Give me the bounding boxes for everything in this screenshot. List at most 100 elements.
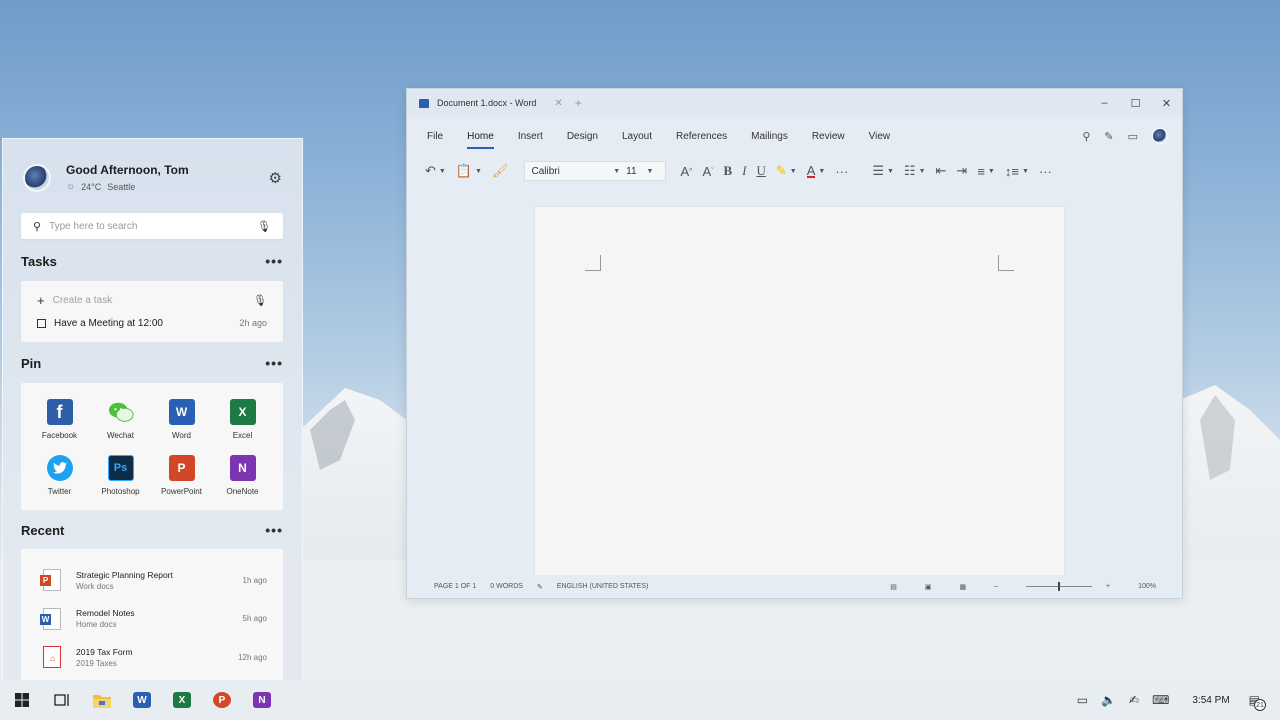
minimize-button[interactable]: –: [1089, 97, 1120, 110]
zoom-out-button[interactable]: –: [994, 583, 998, 590]
zoom-slider[interactable]: [1026, 582, 1092, 591]
zoom-in-button[interactable]: +: [1106, 583, 1110, 590]
pin-label: OneNote: [226, 487, 259, 496]
notification-icon[interactable]: ▤ 21: [1249, 693, 1266, 711]
pin-word[interactable]: W Word: [151, 399, 212, 449]
pin-photoshop[interactable]: Ps Photoshop: [90, 455, 151, 505]
user-avatar[interactable]: [23, 163, 51, 192]
grow-font-icon[interactable]: A ^: [680, 164, 692, 179]
pin-excel[interactable]: X Excel: [212, 399, 273, 449]
underline-icon[interactable]: U: [756, 163, 765, 179]
document-page[interactable]: [535, 207, 1064, 577]
undo-button[interactable]: ↶ ▼: [425, 163, 446, 179]
start-button[interactable]: [2, 680, 42, 720]
recent-more-icon[interactable]: •••: [265, 522, 283, 538]
volume-icon[interactable]: 🔈: [1101, 693, 1116, 707]
chevron-down-icon: ▼: [475, 167, 482, 175]
print-layout-icon[interactable]: ▣: [925, 583, 932, 591]
taskbar-onenote[interactable]: N: [242, 680, 282, 720]
new-tab-icon[interactable]: +: [575, 96, 582, 110]
web-layout-icon[interactable]: ▦: [959, 583, 966, 591]
close-tab-icon[interactable]: ✕: [554, 98, 562, 109]
increase-indent-icon[interactable]: ⇥: [956, 163, 967, 179]
tasks-title: Tasks: [21, 253, 57, 269]
search-icon[interactable]: ⚲: [1082, 130, 1090, 143]
comment-icon[interactable]: ▭: [1128, 130, 1138, 143]
pin-twitter[interactable]: Twitter: [29, 455, 90, 505]
task-item[interactable]: Have a Meeting at 12:00 2h ago: [21, 312, 283, 334]
tab-view[interactable]: View: [869, 127, 891, 146]
pen-icon[interactable]: ✍: [1129, 693, 1139, 707]
chevron-down-icon: ▼: [438, 167, 446, 175]
pin-label: Excel: [232, 431, 253, 440]
create-task-row[interactable]: + Create a task 🎙: [21, 288, 283, 312]
tab-mailings[interactable]: Mailings: [751, 127, 788, 146]
sun-icon: ☼: [66, 181, 76, 192]
recent-item[interactable]: ⌂ 2019 Tax Form 2019 Taxes 12h ago: [21, 638, 283, 677]
tab-layout[interactable]: Layout: [622, 127, 652, 146]
document-tab[interactable]: Document 1.docx - Word ✕ +: [419, 96, 582, 110]
bold-icon[interactable]: B: [723, 163, 732, 179]
pin-wechat[interactable]: Wechat: [90, 399, 151, 449]
city: Seattle: [107, 181, 136, 192]
network-icon[interactable]: ▭: [1077, 693, 1088, 707]
page-count[interactable]: PAGE 1 OF 1: [434, 583, 476, 590]
pin-powerpoint[interactable]: P PowerPoint: [151, 455, 212, 505]
windows-icon: [15, 693, 29, 707]
pin-title: Pin: [21, 355, 42, 371]
task-checkbox[interactable]: [37, 318, 46, 328]
font-size[interactable]: 11: [626, 166, 636, 177]
paste-button[interactable]: 📋 ▼: [456, 163, 482, 179]
create-task-input[interactable]: Create a task: [53, 295, 253, 306]
keyboard-icon[interactable]: ⌨: [1152, 693, 1169, 707]
chevron-down-icon: ▼: [613, 167, 621, 175]
taskbar-word[interactable]: W: [122, 680, 162, 720]
proofing-icon[interactable]: ✎: [537, 583, 543, 591]
tab-design[interactable]: Design: [567, 127, 598, 146]
user-avatar[interactable]: [1152, 128, 1168, 144]
line-spacing-icon[interactable]: ↕≡ ▼: [1005, 164, 1029, 179]
close-button[interactable]: ✕: [1151, 97, 1182, 110]
bullets-icon[interactable]: ☰ ▼: [872, 163, 894, 179]
maximize-button[interactable]: ☐: [1120, 97, 1151, 110]
tab-review[interactable]: Review: [812, 127, 845, 146]
microphone-icon[interactable]: 🎙: [253, 294, 267, 307]
more-format-icon[interactable]: ···: [835, 164, 848, 179]
recent-item[interactable]: W Remodel Notes Home docs 5h ago: [21, 600, 283, 639]
search-input[interactable]: [49, 220, 258, 232]
edit-icon[interactable]: ✎: [1104, 130, 1113, 143]
clock[interactable]: 3:54 PM: [1192, 695, 1229, 706]
notification-count: 21: [1254, 699, 1266, 711]
shrink-font-icon[interactable]: Aˇ: [702, 164, 713, 179]
more-options-icon[interactable]: ···: [1039, 164, 1052, 179]
font-selector[interactable]: Calibri ▼ 11 ▼: [524, 161, 667, 181]
align-icon[interactable]: ≡ ▼: [977, 164, 995, 179]
recent-item[interactable]: P Strategic Planning Report Work docs 1h…: [21, 561, 283, 600]
tab-insert[interactable]: Insert: [518, 127, 543, 146]
tab-file[interactable]: File: [427, 127, 443, 146]
read-mode-icon[interactable]: ▤: [890, 583, 897, 591]
tab-home[interactable]: Home: [467, 127, 494, 149]
pin-facebook[interactable]: f Facebook: [29, 399, 90, 449]
taskbar-file-explorer[interactable]: [82, 680, 122, 720]
zoom-level[interactable]: 100%: [1138, 583, 1156, 590]
font-color-icon[interactable]: A ▼: [806, 164, 825, 178]
settings-gear-icon[interactable]: ⚙: [269, 169, 282, 187]
zoom-thumb[interactable]: [1058, 582, 1060, 591]
numbering-icon[interactable]: ☷ ▼: [904, 163, 926, 179]
word-count[interactable]: 0 WORDS: [490, 583, 523, 590]
pin-onenote[interactable]: N OneNote: [212, 455, 273, 505]
microphone-icon[interactable]: 🎙: [257, 220, 271, 233]
taskbar-powerpoint[interactable]: P: [202, 680, 242, 720]
tasks-more-icon[interactable]: •••: [265, 253, 283, 269]
taskbar-excel[interactable]: X: [162, 680, 202, 720]
pin-more-icon[interactable]: •••: [265, 355, 283, 371]
tab-references[interactable]: References: [676, 127, 727, 146]
highlight-icon[interactable]: ✎ ▼: [776, 163, 797, 179]
task-view-button[interactable]: [42, 680, 82, 720]
format-painter-icon[interactable]: 🖌: [492, 163, 509, 179]
powerpoint-file-icon: P: [40, 569, 61, 592]
decrease-indent-icon[interactable]: ⇤: [936, 163, 947, 179]
italic-icon[interactable]: I: [742, 163, 746, 179]
language[interactable]: ENGLISH (UNITED STATES): [557, 583, 649, 590]
